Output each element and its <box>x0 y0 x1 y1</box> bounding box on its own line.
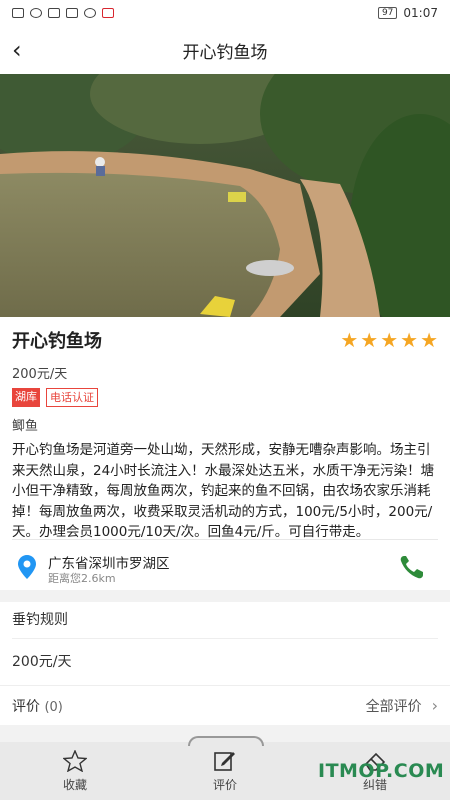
review-button[interactable]: 评价 <box>180 750 270 793</box>
sheet-handle[interactable] <box>188 736 264 746</box>
top-nav-bar: ‹ 开心钓鱼场 <box>0 26 450 74</box>
clock: 01:07 <box>403 6 438 20</box>
star-icon: ★ <box>380 328 399 352</box>
location-pin-icon <box>18 555 36 579</box>
spot-name: 开心钓鱼场 <box>12 331 102 352</box>
watermark-logo: ITMOP.COM <box>318 760 445 782</box>
favorite-button[interactable]: 收藏 <box>30 749 120 793</box>
star-icon: ★ <box>420 328 438 352</box>
fishing-spot-photo[interactable] <box>0 74 450 317</box>
fishing-rules-section: 垂钓规则 200元/天 <box>0 602 450 686</box>
star-icon: ★ <box>360 328 379 352</box>
address-text: 广东省深圳市罗湖区 <box>48 556 170 572</box>
tiktok-icon <box>66 8 78 18</box>
message-icon <box>102 8 114 18</box>
rules-title: 垂钓规则 <box>12 612 68 628</box>
lake-scene-image <box>0 74 450 317</box>
spot-description: 开心钓鱼场是河道旁一处山坳，天然形成，安静无嘈杂声影响。场主引来天然山泉，24小… <box>12 442 435 540</box>
reviews-count: (0) <box>44 699 63 715</box>
status-bar: 97 01:07 <box>0 0 450 26</box>
telegram-icon <box>48 8 60 18</box>
star-icon: ★ <box>340 328 359 352</box>
rating-stars: ★ ★ ★ ★ ★ <box>340 329 438 351</box>
battery-indicator: 97 <box>377 7 398 19</box>
star-icon: ★ <box>400 328 419 352</box>
tag-phone-verified: 电话认证 <box>46 388 98 407</box>
wifi-icon <box>30 8 42 18</box>
back-arrow-icon[interactable]: ‹ <box>12 36 22 64</box>
page-title: 开心钓鱼场 <box>182 42 268 63</box>
favorite-label: 收藏 <box>62 777 87 792</box>
star-outline-icon <box>63 749 87 772</box>
location-row[interactable]: 广东省深圳市罗湖区 距离您2.6km <box>0 540 450 590</box>
distance-text: 距离您2.6km <box>48 572 116 585</box>
reviews-row[interactable]: 评价 (0) 全部评价 › <box>0 685 450 725</box>
fish-species: 鲫鱼 <box>12 419 39 434</box>
phone-call-icon <box>84 8 96 18</box>
reviews-label: 评价 <box>12 698 40 715</box>
edit-icon <box>214 751 235 771</box>
all-reviews-link[interactable]: 全部评价 <box>366 696 422 716</box>
tag-lake: 湖库 <box>12 388 40 407</box>
rules-value: 200元/天 <box>12 654 72 670</box>
spot-price: 200元/天 <box>12 367 68 382</box>
notification-icons <box>12 8 114 18</box>
review-label: 评价 <box>212 777 237 792</box>
phone-icon[interactable] <box>398 554 426 580</box>
sim-icon <box>12 8 24 18</box>
chevron-right-icon: › <box>431 696 438 715</box>
